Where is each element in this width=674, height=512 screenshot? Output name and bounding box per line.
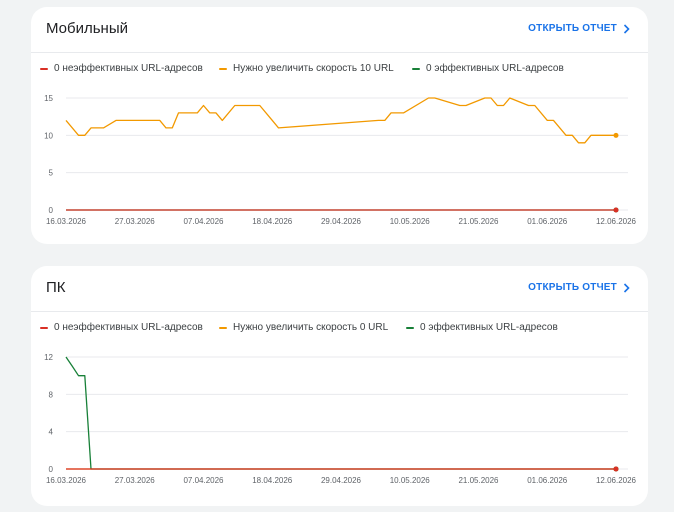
mobile-card-title: Мобильный [46, 20, 128, 37]
x-tick-label: 12.06.2026 [596, 217, 637, 226]
legend-item-good[interactable]: 0 эффективных URL-адресов [406, 322, 558, 333]
x-tick-label: 18.04.2026 [252, 476, 293, 485]
y-tick-label: 10 [44, 131, 53, 140]
chevron-right-icon [623, 23, 630, 34]
legend-swatch-red [40, 67, 48, 70]
header-divider [31, 311, 648, 312]
mobile-legend: 0 неэффективных URL-адресов Нужно увелич… [31, 63, 648, 77]
series-endpoint [613, 132, 619, 138]
legend-label-bad: 0 неэффективных URL-адресов [54, 322, 203, 333]
y-tick-label: 8 [49, 390, 54, 399]
legend-label-bad: 0 неэффективных URL-адресов [54, 63, 203, 74]
x-tick-label: 29.04.2026 [321, 217, 362, 226]
x-tick-label: 16.03.2026 [46, 476, 87, 485]
legend-item-improve[interactable]: Нужно увеличить скорость 10 URL [219, 63, 394, 74]
x-tick-label: 27.03.2026 [115, 476, 156, 485]
legend-item-bad[interactable]: 0 неэффективных URL-адресов [40, 63, 203, 74]
x-tick-label: 12.06.2026 [596, 476, 637, 485]
legend-label-improve: Нужно увеличить скорость 10 URL [233, 63, 394, 74]
x-tick-label: 21.05.2026 [458, 476, 499, 485]
x-tick-label: 07.04.2026 [183, 217, 224, 226]
y-tick-label: 4 [49, 428, 54, 437]
x-tick-label: 27.03.2026 [115, 217, 156, 226]
x-tick-label: 29.04.2026 [321, 476, 362, 485]
legend-item-bad[interactable]: 0 неэффективных URL-адресов [40, 322, 203, 333]
legend-swatch-orange [219, 67, 227, 70]
pc-open-report-button[interactable]: ОТКРЫТЬ ОТЧЕТ [528, 282, 630, 293]
header-divider [31, 52, 648, 53]
x-tick-label: 10.05.2026 [390, 476, 431, 485]
legend-swatch-orange [219, 326, 227, 329]
y-tick-label: 0 [49, 465, 54, 474]
y-tick-label: 12 [44, 353, 53, 362]
pc-legend: 0 неэффективных URL-адресов Нужно увелич… [31, 322, 648, 336]
legend-item-good[interactable]: 0 эффективных URL-адресов [412, 63, 564, 74]
legend-swatch-green [406, 326, 414, 329]
x-tick-label: 10.05.2026 [390, 217, 431, 226]
mobile-open-report-label: ОТКРЫТЬ ОТЧЕТ [528, 23, 617, 34]
y-tick-label: 15 [44, 94, 53, 103]
series-endpoint [613, 466, 619, 472]
legend-label-improve: Нужно увеличить скорость 0 URL [233, 322, 389, 333]
x-tick-label: 18.04.2026 [252, 217, 293, 226]
chevron-right-icon [623, 282, 630, 293]
y-tick-label: 5 [49, 169, 54, 178]
x-tick-label: 16.03.2026 [46, 217, 87, 226]
legend-swatch-red [40, 326, 48, 329]
mobile-chart: 0 5 10 15 16.03.2026 27.03.2026 07.04.2026 18.0… [44, 94, 637, 226]
x-tick-label: 21.05.2026 [458, 217, 499, 226]
legend-item-improve[interactable]: Нужно увеличить скорость 0 URL [219, 322, 388, 333]
pc-open-report-label: ОТКРЫТЬ ОТЧЕТ [528, 282, 617, 293]
series-line [65, 356, 616, 470]
series-endpoint [613, 207, 619, 213]
pc-card: ПК ОТКРЫТЬ ОТЧЕТ 0 неэффективных URL-адр… [31, 266, 648, 506]
x-tick-label: 01.06.2026 [527, 217, 568, 226]
legend-label-good: 0 эффективных URL-адресов [420, 322, 558, 333]
legend-label-good: 0 эффективных URL-адресов [426, 63, 564, 74]
x-tick-label: 01.06.2026 [527, 476, 568, 485]
y-tick-label: 0 [49, 206, 54, 215]
mobile-card: Мобильный ОТКРЫТЬ ОТЧЕТ 0 неэффективных … [31, 7, 648, 244]
series-line [65, 97, 616, 144]
legend-swatch-green [412, 67, 420, 70]
pc-card-title: ПК [46, 279, 66, 296]
mobile-open-report-button[interactable]: ОТКРЫТЬ ОТЧЕТ [528, 23, 630, 34]
x-tick-label: 07.04.2026 [183, 476, 224, 485]
pc-chart: 0 4 8 12 16.03.2026 27.03.2026 07.04.2026 18.04… [44, 353, 637, 485]
